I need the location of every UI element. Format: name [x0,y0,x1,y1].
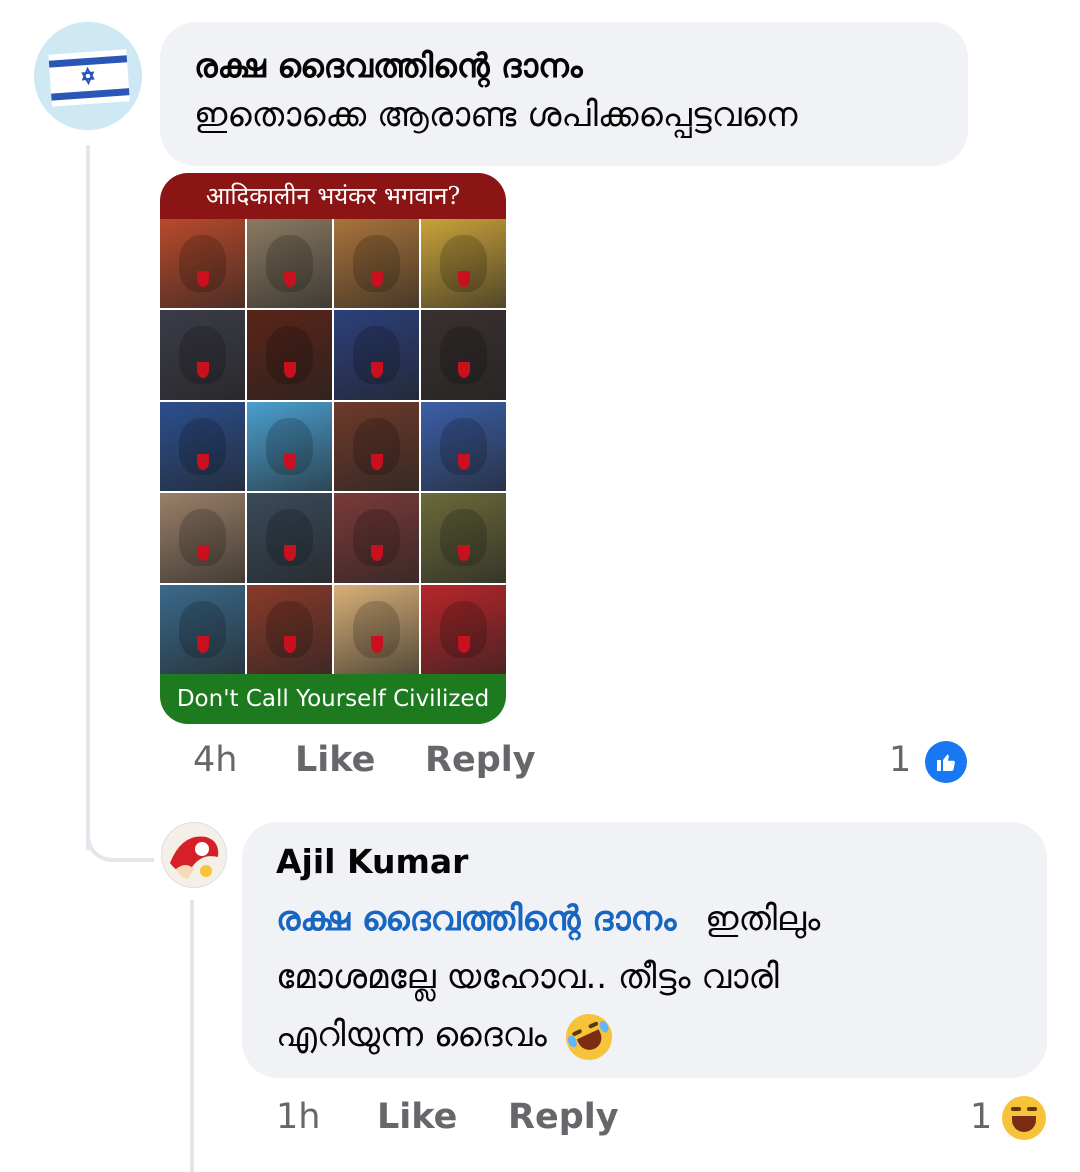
like-reaction-icon[interactable] [925,741,967,783]
comment-actions: 4h Like Reply [0,740,1080,790]
like-button[interactable]: Like [295,740,375,780]
comment-bubble: രക്ഷ ദൈവത്തിന്റെ ദാനം ഇതൊക്കെ ആരാണ്ട ശപി… [160,22,968,166]
comment-author[interactable]: രക്ഷ ദൈവത്തിന്റെ ദാനം [194,46,934,86]
collage-tile [247,310,332,400]
reply-bubble: Ajil Kumar രക്ഷ ദൈവത്തിന്റെ ദാനം ഇതിലും … [242,822,1047,1078]
reply-like-button[interactable]: Like [377,1097,457,1137]
collage-tile [421,584,506,674]
rolling-on-floor-laughing-emoji-icon [557,1005,620,1068]
reply-text-line3: എറിയുന്ന ദൈവം [276,1015,547,1055]
collage-tile [334,310,419,400]
collage-tile [160,584,245,674]
comment-timestamp[interactable]: 4h [193,740,237,780]
reaction-count[interactable]: 1 [889,740,911,780]
collage-tile [334,219,419,309]
reply-reaction-count[interactable]: 1 [970,1097,992,1137]
haha-reaction-icon[interactable] [1002,1096,1046,1140]
collage-tile [334,401,419,492]
collage-tile [334,584,419,674]
collage-tile [421,219,506,309]
reply-actions: 1h Like Reply [0,1097,1080,1147]
collage-tile [160,310,245,400]
reply-text-line1: ഇതിലും [705,899,821,939]
collage-tile [247,219,332,309]
collage-tile [247,584,332,674]
reply-button[interactable]: Reply [425,740,536,780]
collage-tile [247,493,332,583]
reply-avatar[interactable] [161,822,227,888]
collage-tile [334,493,419,583]
reply-timestamp[interactable]: 1h [276,1097,320,1137]
collage-tile [421,493,506,583]
thread-connector [86,820,154,862]
thumbs-up-icon [937,754,955,771]
reply-author[interactable]: Ajil Kumar [276,842,1013,882]
reply-text-line2: മോശമല്ലേ യഹോവ.. തീട്ടം വാരി [276,957,779,997]
collage-tile [247,401,332,492]
collage-tile [160,401,245,492]
reply-reply-button[interactable]: Reply [508,1097,619,1137]
israel-flag-avatar-icon [34,22,142,130]
collage-tile [421,310,506,400]
attachment-collage [160,219,506,674]
reply-mention[interactable]: രക്ഷ ദൈവത്തിന്റെ ദാനം [276,899,676,939]
cartoon-avatar-icon [162,823,226,887]
comment-attachment-image[interactable]: आदिकालीन भयंकर भगवान? Don't Call Yoursel… [160,173,506,724]
collage-tile [421,401,506,492]
collage-tile [160,219,245,309]
attachment-bottom-caption: Don't Call Yourself Civilized [160,674,506,724]
collage-tile [160,493,245,583]
comment-text: ഇതൊക്കെ ആരാണ്ട ശപിക്കപ്പെട്ടവനെ [194,95,798,135]
attachment-top-caption: आदिकालीन भयंकर भगवान? [160,173,506,219]
comment-avatar[interactable] [34,22,142,130]
